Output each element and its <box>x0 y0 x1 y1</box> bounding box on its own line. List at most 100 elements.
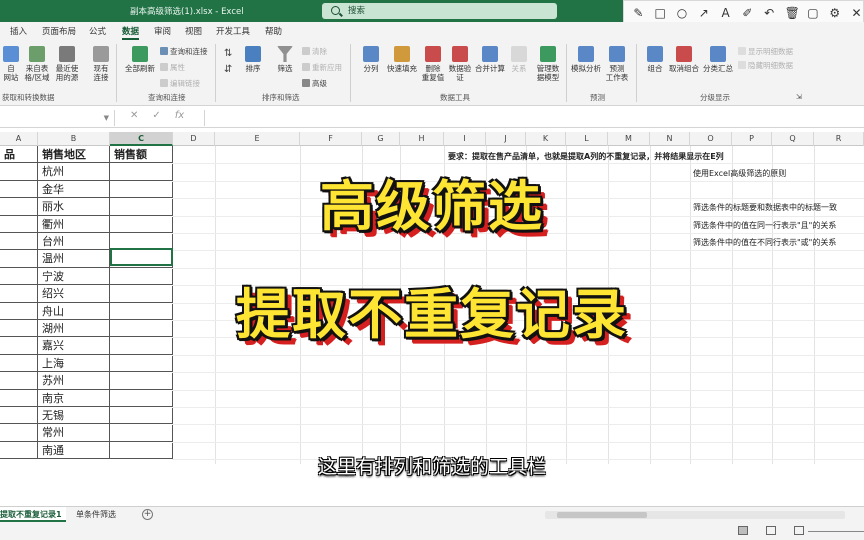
column-header[interactable]: C <box>110 132 173 146</box>
hide-detail-button[interactable]: 隐藏明细数据 <box>738 60 793 71</box>
subtotal-button[interactable]: 分类汇总 <box>700 46 736 73</box>
page-break-view-icon[interactable] <box>794 526 804 535</box>
tab-insert[interactable]: 插入 <box>10 25 27 37</box>
horizontal-scrollbar[interactable] <box>545 511 845 519</box>
scrollbar-thumb[interactable] <box>557 512 647 518</box>
region-cell[interactable]: 温州 <box>38 250 110 268</box>
header-cell-sales[interactable]: 销售额 <box>110 146 173 164</box>
text-icon[interactable]: A <box>719 6 732 20</box>
header-cell-product[interactable]: 品 <box>0 146 38 164</box>
column-header[interactable]: G <box>362 132 400 146</box>
chevron-down-icon[interactable]: ▼ <box>104 114 109 122</box>
column-header[interactable]: F <box>300 132 362 146</box>
column-header[interactable]: L <box>566 132 608 146</box>
tab-developer[interactable]: 开发工具 <box>216 25 250 37</box>
column-header[interactable]: A <box>0 132 38 146</box>
sheet-tab[interactable]: 单条件筛选 <box>72 507 120 522</box>
edit-links-button[interactable]: 编辑链接 <box>160 78 200 89</box>
rectangle-icon[interactable]: □ <box>654 6 667 20</box>
tab-formulas[interactable]: 公式 <box>89 25 106 37</box>
column-header[interactable]: I <box>444 132 486 146</box>
consolidate-button[interactable]: 合并计算 <box>472 46 508 73</box>
column-header[interactable]: O <box>690 132 732 146</box>
table-cell[interactable] <box>0 372 38 390</box>
region-cell[interactable]: 苏州 <box>38 372 110 390</box>
zoom-slider[interactable] <box>808 531 864 532</box>
region-cell[interactable]: 无锡 <box>38 407 110 425</box>
relationships-button[interactable]: 关系 <box>504 46 534 73</box>
refresh-all-button[interactable]: 全部刷新 <box>122 46 158 73</box>
table-cell[interactable] <box>110 407 173 425</box>
table-cell[interactable] <box>0 250 38 268</box>
from-table-button[interactable]: 来自表 格/区域 <box>22 46 52 82</box>
sort-az-icon[interactable]: ⇅ <box>224 48 232 59</box>
remove-duplicates-button[interactable]: 删除 重复值 <box>418 46 448 82</box>
column-header[interactable]: H <box>400 132 444 146</box>
tab-page-layout[interactable]: 页面布局 <box>42 25 76 37</box>
undo-icon[interactable]: ↶ <box>763 6 776 20</box>
add-sheet-icon[interactable]: + <box>142 509 153 520</box>
tab-view[interactable]: 视图 <box>185 25 202 37</box>
what-if-button[interactable]: 模拟分析 <box>568 46 604 73</box>
dialog-launcher-icon[interactable]: ⇲ <box>796 93 802 101</box>
region-cell[interactable]: 南京 <box>38 389 110 407</box>
queries-connections-button[interactable]: 查询和连接 <box>160 46 208 57</box>
column-header[interactable]: J <box>486 132 526 146</box>
column-header[interactable]: R <box>814 132 864 146</box>
column-header[interactable]: N <box>650 132 690 146</box>
forecast-sheet-button[interactable]: 预测 工作表 <box>602 46 632 82</box>
table-cell[interactable] <box>0 389 38 407</box>
table-cell[interactable] <box>0 424 38 442</box>
table-cell[interactable] <box>0 354 38 373</box>
close-icon[interactable]: ✕ <box>850 6 863 20</box>
clear-filter-button[interactable]: 清除 <box>302 46 327 57</box>
column-header[interactable]: E <box>215 132 300 146</box>
search-box[interactable]: 搜索 <box>322 3 557 19</box>
ungroup-button[interactable]: 取消组合 <box>666 46 702 73</box>
minimize-icon[interactable]: ▢ <box>807 6 820 20</box>
flash-fill-button[interactable]: 快速填充 <box>384 46 420 73</box>
header-cell-region[interactable]: 销售地区 <box>38 146 110 164</box>
column-header[interactable]: K <box>526 132 566 146</box>
table-cell[interactable] <box>0 407 38 425</box>
normal-view-icon[interactable] <box>738 526 748 535</box>
region-cell[interactable]: 上海 <box>38 354 110 373</box>
settings-icon[interactable]: ⚙ <box>828 6 841 20</box>
table-cell[interactable] <box>110 424 173 442</box>
arrow-icon[interactable]: ↗ <box>697 6 710 20</box>
text-to-columns-button[interactable]: 分列 <box>356 46 386 73</box>
tab-review[interactable]: 审阅 <box>154 25 171 37</box>
page-layout-view-icon[interactable] <box>766 526 776 535</box>
column-header[interactable]: M <box>608 132 650 146</box>
properties-button[interactable]: 属性 <box>160 62 185 73</box>
circle-icon[interactable]: ○ <box>676 6 689 20</box>
data-model-button[interactable]: 管理数 据模型 <box>531 46 565 82</box>
name-box[interactable]: ▼ <box>0 110 115 126</box>
existing-connections-button[interactable]: 现有 连接 <box>86 46 116 82</box>
sort-button[interactable]: 排序 <box>238 46 268 73</box>
table-cell[interactable] <box>110 372 173 390</box>
data-validation-button[interactable]: 数据验 证 <box>445 46 475 82</box>
reapply-button[interactable]: 重新应用 <box>302 62 342 73</box>
column-header[interactable]: D <box>173 132 215 146</box>
table-cell[interactable] <box>110 389 173 407</box>
tab-data[interactable]: 数据 <box>122 25 140 40</box>
sort-za-icon[interactable]: ⇵ <box>224 64 232 75</box>
insert-function-icon[interactable]: fx <box>175 110 184 121</box>
active-cell[interactable] <box>110 248 173 266</box>
tab-help[interactable]: 帮助 <box>265 25 282 37</box>
advanced-filter-button[interactable]: 高级 <box>302 78 327 89</box>
enter-icon[interactable]: ✓ <box>152 110 160 121</box>
column-header[interactable]: P <box>732 132 772 146</box>
trash-icon[interactable]: 🗑 <box>785 6 800 20</box>
filter-button[interactable]: 筛选 <box>270 46 300 73</box>
cancel-icon[interactable]: ✕ <box>130 110 138 121</box>
highlighter-icon[interactable]: ✐ <box>741 6 754 20</box>
column-header[interactable]: B <box>38 132 110 146</box>
column-header[interactable]: Q <box>772 132 814 146</box>
pen-icon[interactable]: ✎ <box>632 6 645 20</box>
recent-sources-button[interactable]: 最近使 用的源 <box>52 46 82 82</box>
table-cell[interactable] <box>110 354 173 373</box>
show-detail-button[interactable]: 显示明细数据 <box>738 46 793 57</box>
sheet-tab[interactable]: 提取不重复记录1 <box>0 507 66 522</box>
